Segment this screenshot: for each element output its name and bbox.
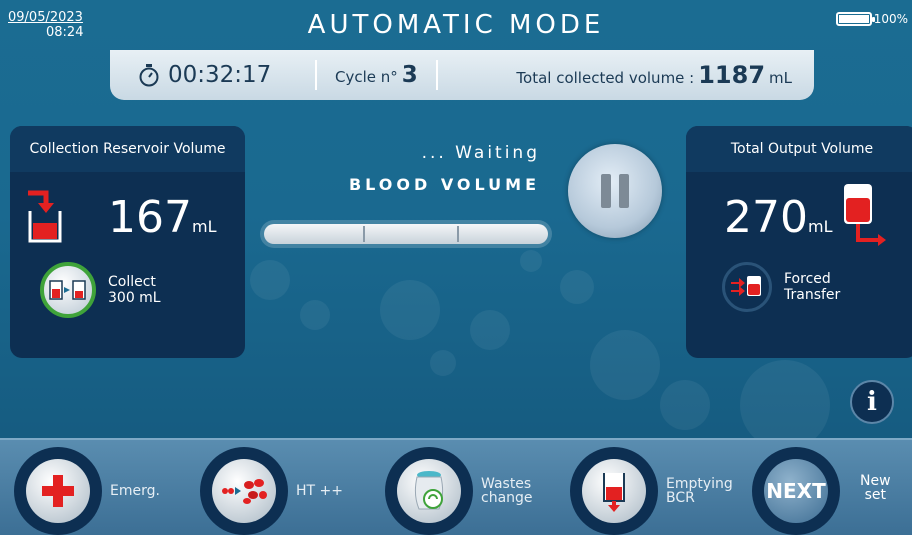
background-bubble (300, 300, 330, 330)
reservoir-volume-unit: mL (191, 216, 217, 236)
bottom-toolbar: Emerg. HT ++ Wastes change Emptying BCR … (0, 438, 912, 535)
emergency-button[interactable] (14, 447, 102, 535)
background-bubble (560, 270, 594, 304)
background-bubble (660, 380, 710, 430)
pause-bar (619, 174, 629, 208)
output-volume: 270mL (724, 192, 832, 243)
panel-title: Total Output Volume (686, 126, 912, 172)
cycle-timer: 00:32:17 (110, 62, 315, 88)
cycle-label: Cycle n° (335, 68, 398, 86)
collect-label-line2: 300 mL (108, 290, 161, 306)
emergency-label: Emerg. (110, 483, 160, 499)
forced-transfer-icon (731, 276, 761, 296)
total-collected: Total collected volume : 1187 mL (516, 61, 814, 89)
emptying-label-line1: Emptying (666, 476, 733, 492)
wastes-change-button[interactable] (385, 447, 473, 535)
ht-plus-button[interactable] (200, 447, 288, 535)
progress-tick (457, 226, 460, 242)
wastes-button-face (397, 459, 461, 523)
progress-track (264, 224, 548, 244)
next-label: NEXT (764, 459, 828, 523)
pause-icon (601, 174, 629, 208)
collect-label-line1: Collect (108, 274, 156, 290)
reservoir-volume-row: 167mL (10, 172, 245, 262)
emptying-label-line2: BCR (666, 490, 695, 506)
emptying-label: Emptying BCR (666, 477, 733, 505)
blood-volume-label: BLOOD VOLUME (348, 175, 540, 194)
timer-value: 00:32:17 (168, 62, 272, 88)
forced-transfer-label: Forced Transfer (784, 271, 840, 303)
battery-indicator: 100% (835, 12, 908, 26)
blood-volume-progress (260, 220, 552, 248)
forced-transfer-row: Forced Transfer (686, 262, 912, 312)
battery-icon (835, 12, 875, 26)
emergency-button-face (26, 459, 90, 523)
collect-row: Collect 300 mL (10, 262, 245, 318)
reservoir-volume: 167mL (108, 192, 216, 243)
newset-line1: New (860, 473, 891, 489)
next-tool: NEXT (752, 447, 840, 535)
collect-label: Collect 300 mL (108, 274, 161, 306)
cycle-value: 3 (401, 62, 418, 88)
reservoir-volume-value: 167 (108, 191, 192, 243)
output-volume-row: 270mL (686, 172, 912, 262)
transfer-icon (49, 280, 86, 300)
wastes-label: Wastes change (481, 477, 533, 505)
output-volume-unit: mL (807, 216, 833, 236)
ht-label: HT ++ (296, 483, 343, 499)
wastes-label-line2: change (481, 490, 533, 506)
pause-button[interactable] (568, 144, 662, 238)
ht-button-face (212, 459, 276, 523)
stopwatch-icon (139, 64, 159, 87)
new-set-label[interactable]: New set (860, 474, 891, 502)
cycle-counter: Cycle n° 3 (317, 62, 436, 88)
background-bubble (590, 330, 660, 400)
empty-reservoir-icon (603, 473, 625, 512)
info-button[interactable]: i (850, 380, 894, 424)
divider (435, 60, 438, 90)
background-bubble (250, 260, 290, 300)
background-bubble (520, 250, 542, 272)
status-bar: 00:32:17 Cycle n° 3 Total collected volu… (110, 50, 814, 100)
output-volume-value: 270 (724, 191, 808, 243)
background-bubble (740, 360, 830, 450)
medical-cross-icon (42, 475, 74, 507)
background-bubble (430, 350, 456, 376)
page-title: AUTOMATIC MODE (307, 10, 605, 40)
total-unit: mL (769, 69, 792, 87)
collect-button[interactable] (40, 262, 96, 318)
red-cells-icon (222, 479, 267, 504)
wastes-tool: Wastes change (385, 447, 533, 535)
total-label: Total collected volume : (516, 69, 695, 87)
background-bubble (470, 310, 510, 350)
progress-tick (363, 226, 366, 242)
battery-fill (838, 15, 869, 23)
battery-level: 100% (873, 12, 908, 26)
emptying-bcr-button[interactable] (570, 447, 658, 535)
collection-reservoir-panel: Collection Reservoir Volume 167mL Collec… (10, 126, 245, 358)
waiting-status: ... Waiting (421, 143, 540, 163)
newset-line2: set (864, 487, 886, 503)
emptying-tool: Emptying BCR (570, 447, 733, 535)
panel-title: Collection Reservoir Volume (10, 126, 245, 172)
forced-transfer-button[interactable] (722, 262, 772, 312)
total-output-panel: Total Output Volume 270mL Forced Transfe… (686, 126, 912, 358)
ht-tool: HT ++ (200, 447, 343, 535)
emergency-tool: Emerg. (14, 447, 160, 535)
pause-bar (601, 174, 611, 208)
next-button[interactable]: NEXT (752, 447, 840, 535)
wastes-label-line1: Wastes (481, 476, 532, 492)
background-bubble (380, 280, 440, 340)
total-value: 1187 (698, 61, 766, 89)
forced-label-line2: Transfer (784, 287, 841, 303)
forced-label-line1: Forced (784, 271, 831, 287)
blood-bag-icon (844, 184, 887, 246)
reservoir-fill-icon (28, 190, 62, 243)
waste-bag-recycle-icon (414, 471, 444, 510)
emptying-button-face (582, 459, 646, 523)
